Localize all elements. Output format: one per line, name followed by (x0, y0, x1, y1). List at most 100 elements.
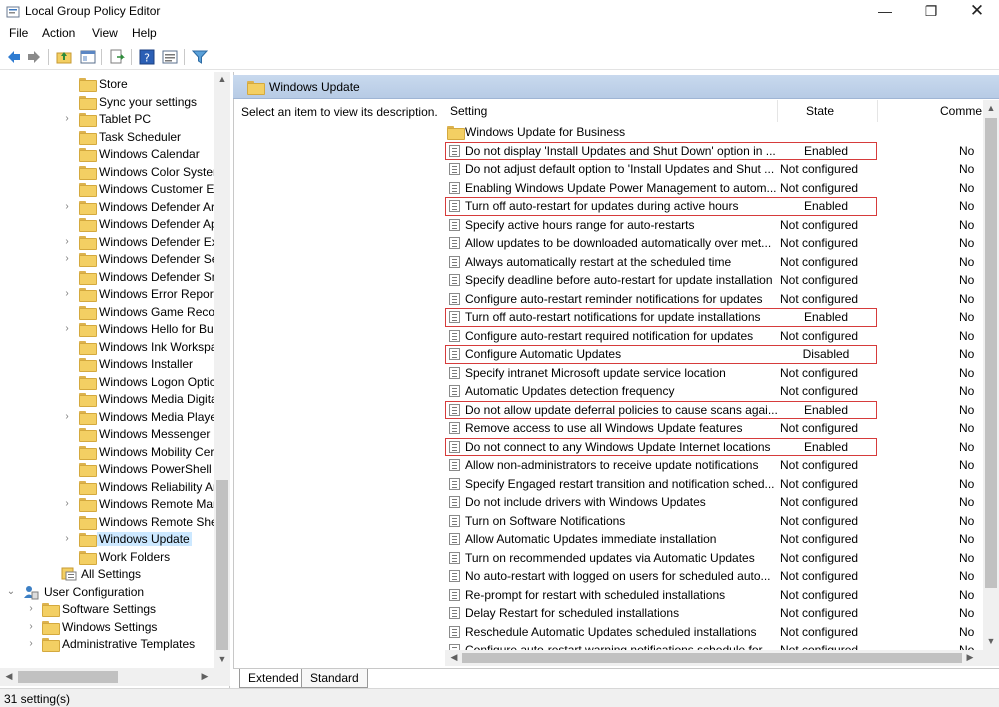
tree-item-windows-settings[interactable]: › Windows Settings (0, 619, 212, 637)
menu-action[interactable]: Action (42, 26, 75, 40)
filter-icon[interactable] (192, 49, 208, 65)
expand-chevron-icon[interactable]: › (62, 201, 72, 213)
policy-row[interactable]: Allow Automatic Updates immediate instal… (445, 530, 983, 549)
tree-item-windows-messenger[interactable]: Windows Messenger (0, 426, 212, 444)
policy-row[interactable]: Specify deadline before auto-restart for… (445, 271, 983, 290)
export-list-icon[interactable] (109, 49, 125, 65)
up-folder-icon[interactable] (56, 49, 72, 65)
tree-item-all-settings[interactable]: All Settings (0, 566, 212, 584)
properties-icon[interactable] (162, 49, 178, 65)
policy-row[interactable]: Always automatically restart at the sche… (445, 253, 983, 272)
show-hide-tree-icon[interactable] (80, 49, 96, 65)
details-scroll-down-icon[interactable]: ▼ (983, 636, 999, 646)
column-header-comment[interactable]: Comme (940, 104, 982, 118)
tree-scroll-down-icon[interactable]: ▼ (214, 654, 230, 664)
tree-item-windows-defender-se[interactable]: › Windows Defender Se (0, 251, 218, 269)
policy-row[interactable]: Turn on recommended updates via Automati… (445, 549, 983, 568)
expand-chevron-icon[interactable]: › (62, 411, 72, 423)
expand-chevron-icon[interactable]: › (62, 113, 72, 125)
expand-chevron-icon[interactable]: › (62, 498, 72, 510)
tab-extended[interactable]: Extended (239, 669, 308, 688)
collapse-chevron-icon[interactable]: ⌄ (6, 586, 16, 598)
policy-row[interactable]: Configure auto-restart required notifica… (445, 327, 983, 346)
highlighted-policy-row[interactable]: Turn off auto-restart notifications for … (445, 308, 974, 327)
tree-item-windows-defender-sm[interactable]: Windows Defender Sm (0, 269, 222, 287)
tree-item-windows-media-playe[interactable]: › Windows Media Playe (0, 409, 217, 427)
expand-chevron-icon[interactable]: › (62, 236, 72, 248)
tree-item-work-folders[interactable]: Work Folders (0, 549, 212, 567)
policy-row[interactable]: Turn on Software Notifications Not config… (445, 512, 983, 531)
expand-chevron-icon[interactable]: › (26, 621, 36, 633)
tree-item-windows-update[interactable]: › Windows Update (0, 531, 212, 549)
expand-chevron-icon[interactable]: › (26, 638, 36, 650)
tree-item-windows-defender-exp[interactable]: › Windows Defender Exp (0, 234, 224, 252)
policy-row[interactable]: Configure auto-restart reminder notifica… (445, 290, 983, 309)
column-separator[interactable] (777, 100, 778, 122)
expand-chevron-icon[interactable]: › (26, 603, 36, 615)
tree-item-windows-ink-workspa[interactable]: Windows Ink Workspa (0, 339, 217, 357)
menu-file[interactable]: File (9, 26, 28, 40)
tree-item-tablet-pc[interactable]: › Tablet PC (0, 111, 212, 129)
tree-item-windows-defender-ar[interactable]: › Windows Defender Ar (0, 199, 215, 217)
details-horizontal-scroll-thumb[interactable] (462, 653, 962, 663)
highlighted-policy-row[interactable]: Configure Automatic Updates Disabled No (445, 345, 974, 364)
column-header-state[interactable]: State (806, 104, 834, 118)
tree-item-software-settings[interactable]: › Software Settings (0, 601, 212, 619)
policy-row[interactable]: Automatic Updates detection frequency Not… (445, 382, 983, 401)
tree-item-windows-defender-ap[interactable]: Windows Defender Ap (0, 216, 218, 234)
category-row[interactable]: Windows Update for Business (445, 123, 983, 142)
minimize-button[interactable]: — (862, 0, 908, 24)
tree-item-windows-game-recor[interactable]: Windows Game Recor (0, 304, 219, 322)
policy-row[interactable]: Delay Restart for scheduled installation… (445, 604, 983, 623)
tree-scroll-up-icon[interactable]: ▲ (214, 74, 230, 84)
tab-standard[interactable]: Standard (301, 669, 368, 688)
tree-item-windows-remote-she[interactable]: Windows Remote She (0, 514, 218, 532)
tree-vertical-scroll-thumb[interactable] (216, 480, 228, 650)
tree-item-windows-installer[interactable]: Windows Installer (0, 356, 212, 374)
maximize-button[interactable]: ❐ (908, 0, 954, 24)
menu-view[interactable]: View (92, 26, 118, 40)
tree-item-windows-logon-optic[interactable]: Windows Logon Optic (0, 374, 216, 392)
tree-item-administrative-templates[interactable]: › Administrative Templates (0, 636, 212, 654)
highlighted-policy-row[interactable]: Turn off auto-restart for updates during… (445, 197, 974, 216)
policy-row[interactable]: Specify Engaged restart transition and n… (445, 475, 983, 494)
details-scroll-right-icon[interactable]: ▶ (962, 652, 978, 663)
policy-row[interactable]: Re-prompt for restart with scheduled ins… (445, 586, 983, 605)
expand-chevron-icon[interactable]: › (62, 253, 72, 265)
policy-row[interactable]: Do not include drivers with Windows Upda… (445, 493, 983, 512)
policy-row[interactable]: Specify intranet Microsoft update servic… (445, 364, 983, 383)
policy-row[interactable]: No auto-restart with logged on users for… (445, 567, 983, 586)
highlighted-policy-row[interactable]: Do not display 'Install Updates and Shut… (445, 141, 974, 160)
tree-scroll-left-icon[interactable]: ◀ (1, 671, 17, 682)
details-scroll-left-icon[interactable]: ◀ (446, 652, 462, 663)
expand-chevron-icon[interactable]: › (62, 533, 72, 545)
details-vertical-scroll-thumb[interactable] (985, 118, 997, 588)
tree-horizontal-scroll-thumb[interactable] (18, 671, 118, 683)
tree-item-windows-calendar[interactable]: Windows Calendar (0, 146, 212, 164)
tree-item-windows-reliability-ar[interactable]: Windows Reliability Ar (0, 479, 217, 497)
menu-help[interactable]: Help (132, 26, 157, 40)
tree-item-windows-error-report[interactable]: › Windows Error Report (0, 286, 217, 304)
column-separator[interactable] (877, 100, 878, 122)
policy-row[interactable]: Allow updates to be downloaded automatic… (445, 234, 983, 253)
help-icon[interactable]: ? (139, 49, 155, 65)
tree-scroll-right-icon[interactable]: ▶ (197, 671, 213, 682)
forward-arrow-icon[interactable] (26, 49, 42, 65)
tree-item-task-scheduler[interactable]: Task Scheduler (0, 129, 212, 147)
tree-item-windows-customer-ex[interactable]: Windows Customer Ex (0, 181, 220, 199)
back-arrow-icon[interactable] (6, 49, 22, 65)
policy-row[interactable]: Enabling Windows Update Power Management… (445, 179, 983, 198)
tree-item-user-configuration[interactable]: ⌄ User Configuration (0, 584, 212, 602)
tree-item-windows-powershell[interactable]: Windows PowerShell (0, 461, 212, 479)
close-button[interactable]: ✕ (954, 0, 999, 24)
highlighted-policy-row[interactable]: Do not connect to any Windows Update Int… (445, 437, 974, 456)
tree-item-windows-remote-mar[interactable]: › Windows Remote Mar (0, 496, 217, 514)
policy-row[interactable]: Reschedule Automatic Updates scheduled i… (445, 623, 983, 642)
tree-item-windows-hello-for-bu[interactable]: › Windows Hello for Bu (0, 321, 214, 339)
details-scroll-up-icon[interactable]: ▲ (983, 103, 999, 113)
expand-chevron-icon[interactable]: › (62, 323, 72, 335)
column-header-setting[interactable]: Setting (450, 104, 487, 118)
policy-row[interactable]: Remove access to use all Windows Update … (445, 419, 983, 438)
tree-item-store[interactable]: Store (0, 76, 212, 94)
tree-item-windows-mobility-cer[interactable]: Windows Mobility Cer (0, 444, 214, 462)
